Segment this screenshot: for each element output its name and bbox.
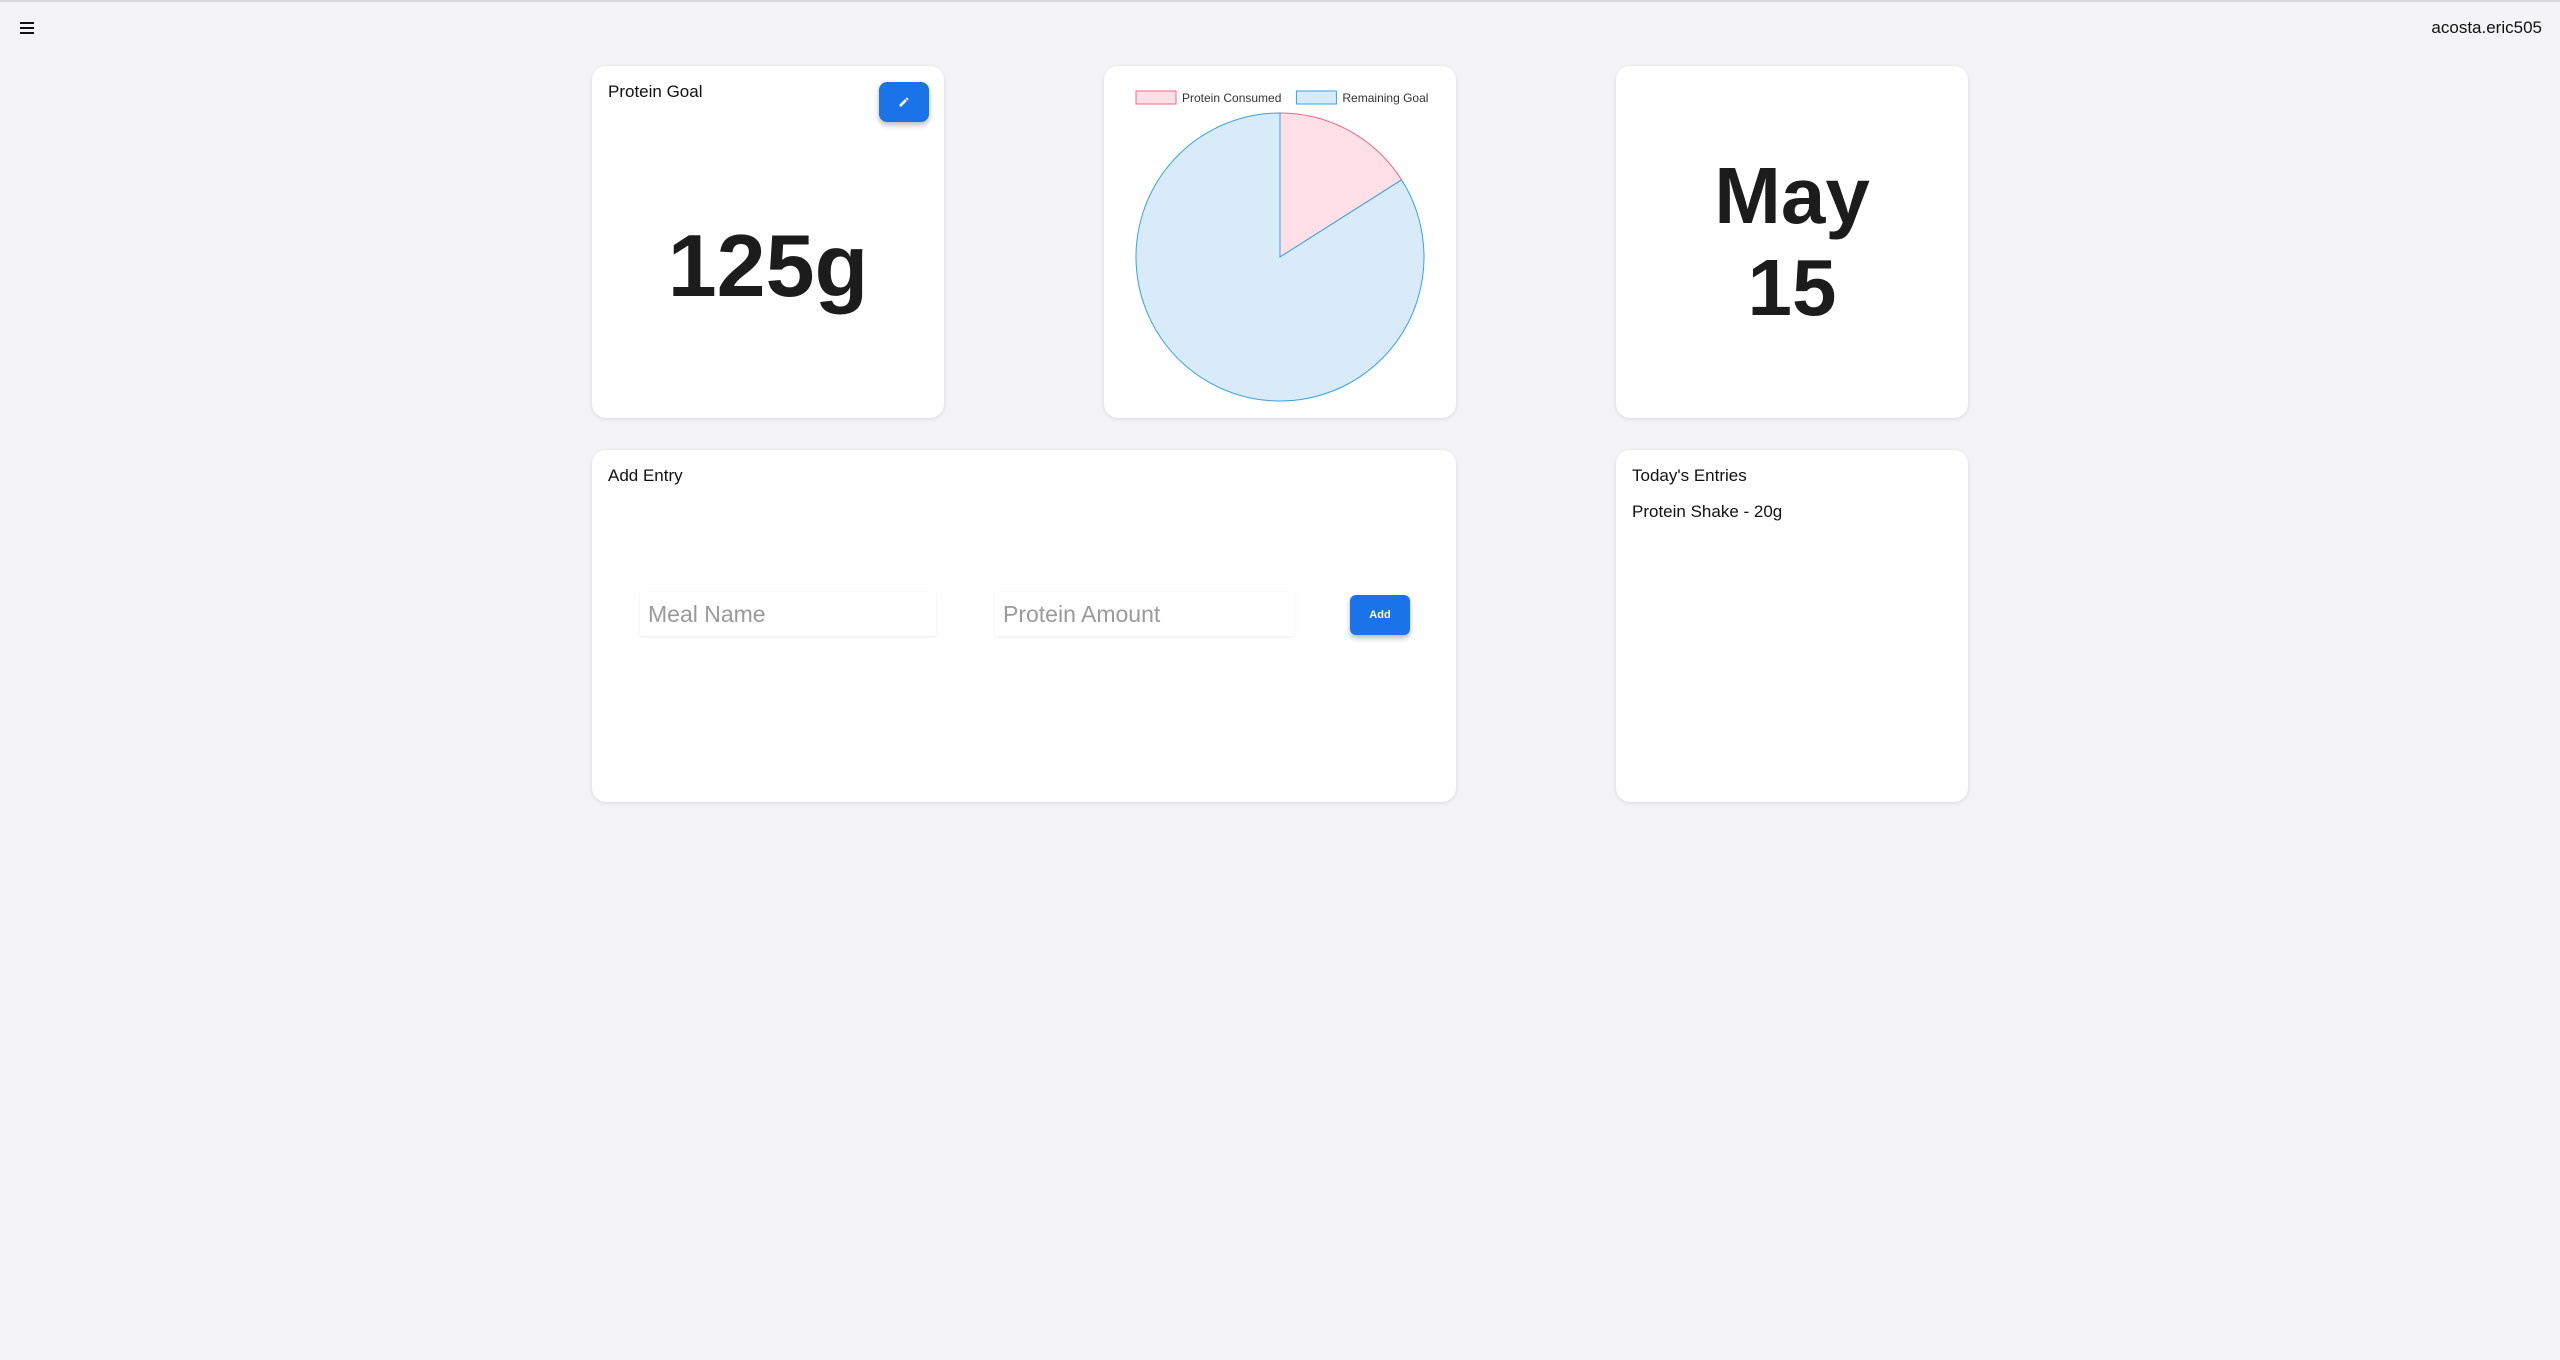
date-month: May — [1714, 151, 1870, 240]
hamburger-menu-icon[interactable] — [16, 18, 38, 40]
protein-pie-chart-card: Protein Consumed Remaining Goal — [1104, 66, 1456, 418]
top-bar: acosta.eric505 — [0, 0, 2560, 54]
legend-label-0[interactable]: Protein Consumed — [1182, 91, 1281, 105]
date-card: May 15 — [1616, 66, 1968, 418]
username-label[interactable]: acosta.eric505 — [2431, 18, 2542, 38]
protein-pie-chart: Protein Consumed Remaining Goal — [1135, 90, 1428, 402]
todays-entries-title: Today's Entries — [1632, 466, 1747, 485]
add-entry-title: Add Entry — [608, 466, 683, 485]
entries-list: Protein Shake - 20g — [1632, 500, 1782, 524]
meal-name-input[interactable] — [640, 592, 936, 636]
legend-label-1[interactable]: Remaining Goal — [1342, 91, 1428, 105]
add-entry-card: Add Entry Add — [592, 450, 1456, 802]
pencil-icon — [899, 97, 909, 107]
legend-swatch-1[interactable] — [1295, 90, 1337, 105]
protein-goal-card: Protein Goal 125g — [592, 66, 944, 418]
add-entry-button[interactable]: Add — [1350, 595, 1410, 635]
protein-goal-title: Protein Goal — [608, 82, 703, 101]
todays-entries-card: Today's Entries Protein Shake - 20g — [1616, 450, 1968, 802]
edit-goal-button[interactable] — [879, 82, 929, 122]
date-day: 15 — [1747, 243, 1837, 332]
legend-swatch-0[interactable] — [1135, 90, 1177, 105]
protein-amount-input[interactable] — [995, 592, 1295, 636]
entry-list-item: Protein Shake - 20g — [1632, 502, 1783, 521]
date-display: May 15 — [1616, 150, 1968, 334]
protein-goal-value: 125g — [667, 216, 869, 315]
